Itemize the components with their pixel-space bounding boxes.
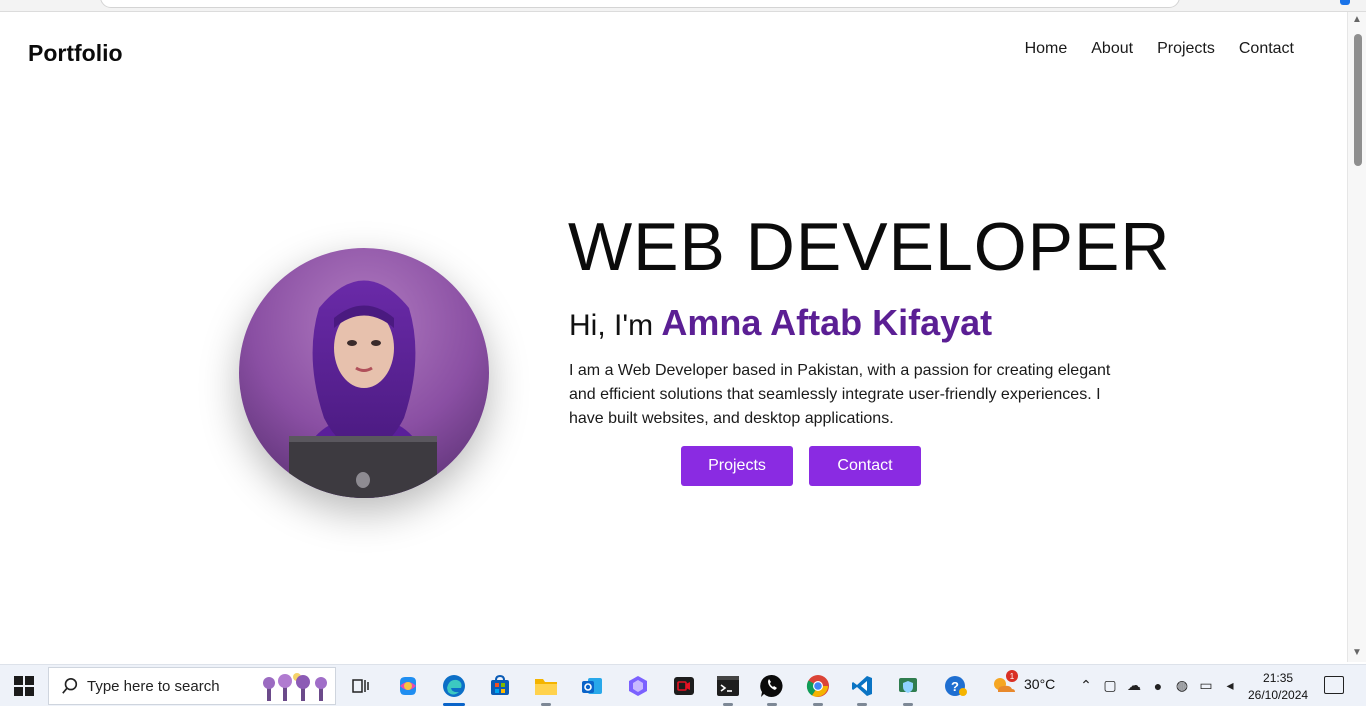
developer-name: Amna Aftab Kifayat xyxy=(661,302,993,343)
battery-icon[interactable]: ▭ xyxy=(1198,677,1214,694)
chrome-icon[interactable] xyxy=(804,672,832,706)
navbar: Portfolio Home About Projects Contact xyxy=(3,12,1347,92)
copilot-icon[interactable] xyxy=(394,672,422,700)
file-explorer-icon[interactable] xyxy=(532,672,560,706)
taskbar: Type here to search ? 1 30°C ⌃ ▢ ☁ ● ◍ ▭… xyxy=(0,664,1366,706)
notification-center-icon[interactable] xyxy=(1324,676,1344,694)
vscode-icon[interactable] xyxy=(848,672,876,706)
nav-menu: Home About Projects Contact xyxy=(1025,40,1294,58)
clock-date: 26/10/2024 xyxy=(1248,688,1309,702)
nav-contact-link[interactable]: Contact xyxy=(1239,40,1294,58)
search-placeholder: Type here to search xyxy=(87,677,220,695)
clock-time: 21:35 xyxy=(1263,671,1294,685)
task-view-icon[interactable] xyxy=(346,672,374,700)
scroll-up-arrow-icon[interactable]: ▲ xyxy=(1352,14,1362,25)
defender-icon[interactable] xyxy=(894,672,922,706)
outlook-icon[interactable] xyxy=(578,672,606,700)
volume-icon[interactable]: ◂ xyxy=(1222,677,1238,694)
teams-icon[interactable] xyxy=(624,672,652,700)
brand-logo[interactable]: Portfolio xyxy=(28,40,123,67)
windows-start-icon[interactable] xyxy=(14,676,34,696)
projects-button[interactable]: Projects xyxy=(681,446,793,486)
greeting-prefix: Hi, I'm xyxy=(569,309,654,342)
svg-text:?: ? xyxy=(951,679,959,694)
taskbar-search[interactable]: Type here to search xyxy=(48,667,336,705)
scroll-thumb[interactable] xyxy=(1354,34,1362,166)
page-viewport: Portfolio Home About Projects Contact WE… xyxy=(3,12,1347,662)
camera-app-icon[interactable] xyxy=(670,672,698,700)
browser-profile-icon[interactable] xyxy=(1340,0,1350,5)
whatsapp-icon[interactable] xyxy=(758,672,786,706)
microsoft-store-icon[interactable] xyxy=(486,672,514,700)
microphone-icon[interactable]: ● xyxy=(1150,678,1166,694)
chevron-up-icon[interactable]: ⌃ xyxy=(1078,677,1094,694)
browser-chrome xyxy=(0,0,1366,12)
hero-greeting: Hi, I'm Amna Aftab Kifayat xyxy=(569,302,992,344)
scroll-down-arrow-icon[interactable]: ▼ xyxy=(1352,647,1362,658)
nav-home-link[interactable]: Home xyxy=(1025,40,1068,58)
nav-projects-link[interactable]: Projects xyxy=(1157,40,1215,58)
weather-temperature: 30°C xyxy=(1024,676,1056,692)
hero-description: I am a Web Developer based in Pakistan, … xyxy=(569,362,1111,427)
weather-notification-badge: 1 xyxy=(1006,670,1018,682)
system-clock[interactable]: 21:35 26/10/2024 xyxy=(1248,670,1308,704)
contact-button[interactable]: Contact xyxy=(809,446,921,486)
get-help-icon[interactable]: ? xyxy=(942,672,970,700)
search-highlight-art-icon xyxy=(263,673,327,701)
vertical-scrollbar[interactable]: ▲ ▼ xyxy=(1347,12,1366,662)
meet-now-icon[interactable]: ▢ xyxy=(1102,677,1118,694)
weather-widget[interactable]: 1 30°C xyxy=(990,670,1056,695)
cloud-sync-icon[interactable]: ☁ xyxy=(1126,677,1142,694)
terminal-icon[interactable] xyxy=(714,672,742,706)
network-globe-icon[interactable]: ◍ xyxy=(1174,677,1190,694)
search-icon xyxy=(62,677,78,694)
hero-title: WEB DEVELOPER xyxy=(568,209,1171,285)
profile-photo xyxy=(239,248,489,498)
edge-browser-icon[interactable] xyxy=(440,672,468,706)
system-tray: ⌃ ▢ ☁ ● ◍ ▭ ◂ xyxy=(1078,677,1238,694)
address-bar[interactable] xyxy=(100,0,1180,8)
nav-about-link[interactable]: About xyxy=(1091,40,1133,58)
